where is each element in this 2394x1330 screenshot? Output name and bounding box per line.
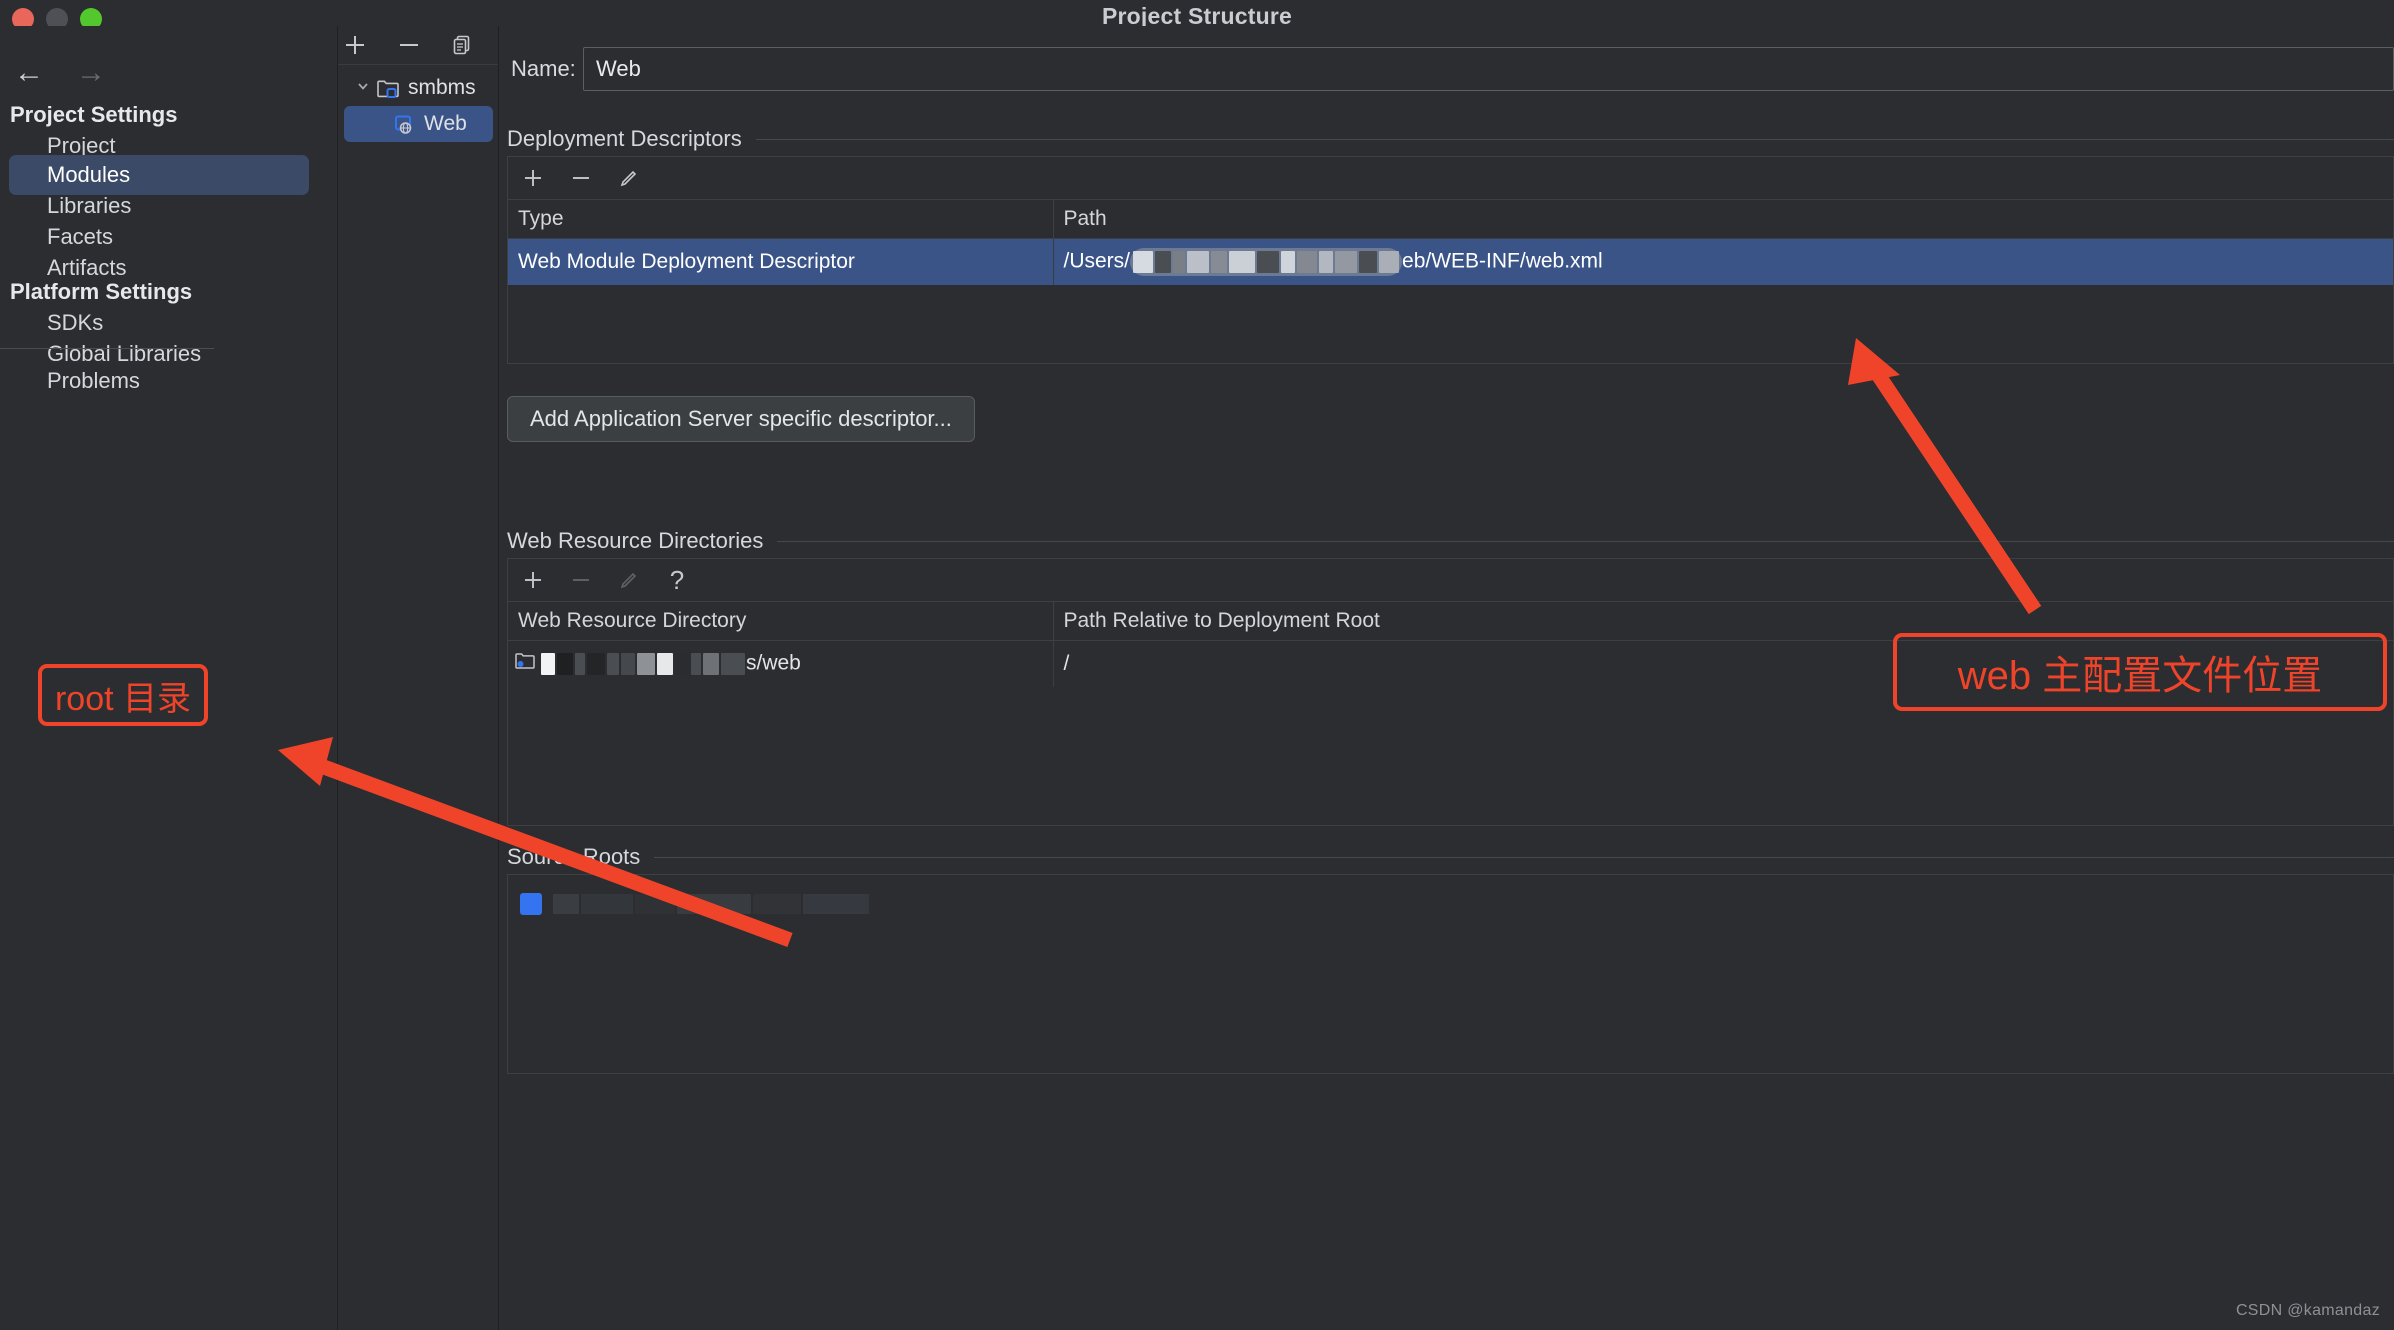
add-web-resource-button[interactable] [518,565,548,595]
chevron-down-icon[interactable] [350,78,376,99]
sidebar-item-problems[interactable]: Problems [9,361,309,401]
source-roots-panel [507,874,2394,1074]
help-button[interactable]: ? [662,565,692,595]
tree-item-label: Web [424,112,467,135]
source-roots-header: Source Roots [507,844,2394,870]
sidebar-group-title-platform-settings: Platform Settings [10,279,193,304]
question-mark-icon: ? [669,565,685,595]
module-name-label: Name: [511,56,576,81]
path-suffix: eb/WEB-INF/web.xml [1402,249,1603,273]
settings-sidebar: ← → Project Settings Project Modules Lib… [0,26,338,1330]
table-header-row: Web Resource Directory Path Relative to … [508,602,2393,641]
module-settings-pane: Name: Deployment Descriptors [499,26,2394,1330]
column-header-type[interactable]: Type [508,200,1054,239]
copy-module-button[interactable] [446,28,480,62]
source-roots-title: Source Roots [507,844,641,869]
deployment-descriptors-header: Deployment Descriptors [507,126,2394,152]
deployment-descriptors-toolbar [508,157,2393,200]
table-header-row: Type Path [508,200,2393,239]
module-name-input[interactable] [583,47,2394,91]
module-tree-toolbar [338,26,499,64]
sidebar-group-title-project-settings: Project Settings [10,102,178,127]
web-resource-directories-table: Web Resource Directory Path Relative to … [508,602,2393,687]
source-roots-row[interactable] [508,875,2393,915]
deployment-descriptors-title: Deployment Descriptors [507,126,742,151]
cell-web-resource-directory: s/web [508,640,1054,687]
module-tree-panel: smbms Web [338,26,499,1330]
add-module-button[interactable] [338,28,372,62]
checkbox-checked-icon[interactable] [520,893,542,915]
cell-descriptor-path: /Users/eb/WEB-INF/web.xml [1053,238,2393,285]
web-resource-directories-panel: ? Web Resource Directory Path Relative t… [507,558,2394,826]
section-rule [777,540,2394,542]
module-name-row: Name: [511,46,2394,92]
module-folder-icon [376,78,400,98]
module-tree: smbms Web [344,70,493,142]
table-row[interactable]: Web Module Deployment Descriptor /Users/… [508,238,2393,285]
tree-item-web[interactable]: Web [344,106,493,142]
forward-arrow-icon[interactable]: → [76,58,106,88]
column-header-web-resource-directory[interactable]: Web Resource Directory [508,602,1054,641]
project-structure-window: Project Structure ← → Project Settings P… [0,0,2394,1330]
edit-web-resource-button[interactable] [614,565,644,595]
tree-item-smbms[interactable]: smbms [344,70,493,106]
remove-module-button[interactable] [392,28,426,62]
tree-item-label: smbms [408,76,476,99]
deployment-descriptors-panel: Type Path Web Module Deployment Descript… [507,156,2394,364]
path-prefix: /Users/ [1063,249,1131,273]
deployment-descriptors-table: Type Path Web Module Deployment Descript… [508,200,2393,285]
section-rule [755,138,2394,140]
redacted-path-segment [1130,248,1403,276]
csdn-watermark: CSDN @kamandaz [2235,1302,2380,1319]
cell-relative-path: / [1063,652,1070,675]
web-resource-directories-title: Web Resource Directories [507,528,764,553]
directory-icon [514,651,536,677]
navigation-buttons: ← → [14,58,106,88]
cell-descriptor-type: Web Module Deployment Descriptor [508,238,1054,285]
edit-descriptor-button[interactable] [614,163,644,193]
column-header-path-relative[interactable]: Path Relative to Deployment Root [1053,602,2393,641]
column-header-path[interactable]: Path [1053,200,2393,239]
web-resource-directories-toolbar: ? [508,559,2393,602]
remove-descriptor-button[interactable] [566,163,596,193]
directory-suffix: s/web [746,651,801,675]
web-resource-directories-header: Web Resource Directories [507,528,2394,554]
module-toolbar-divider [338,64,499,65]
remove-web-resource-button[interactable] [566,565,596,595]
back-arrow-icon[interactable]: ← [14,58,44,88]
web-module-icon [392,114,416,134]
table-row[interactable]: s/web / [508,640,2393,687]
add-descriptor-button[interactable] [518,163,548,193]
section-rule [654,856,2394,858]
sidebar-divider [0,348,214,349]
add-application-server-descriptor-button[interactable]: Add Application Server specific descript… [507,396,975,442]
